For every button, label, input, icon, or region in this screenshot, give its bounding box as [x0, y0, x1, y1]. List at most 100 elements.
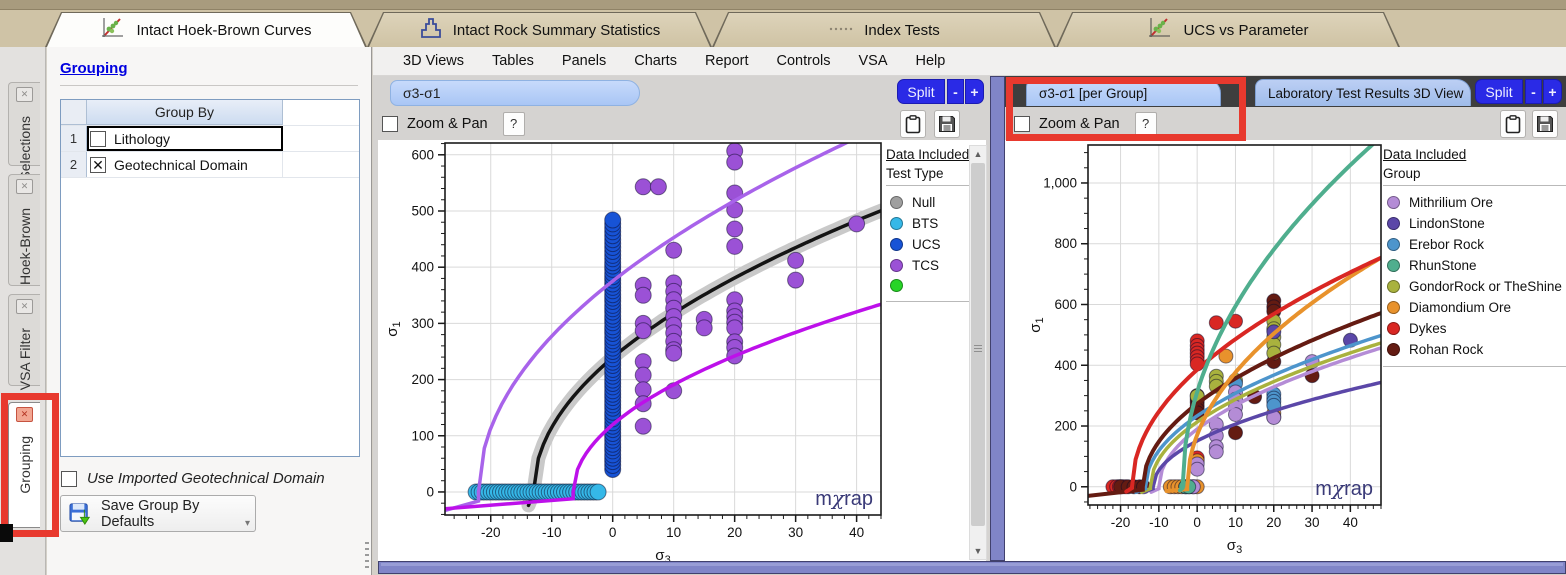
- geotechnical-domain-checkbox[interactable]: [90, 156, 106, 173]
- collapse-button[interactable]: -: [1525, 79, 1542, 104]
- window-tab-index-tests[interactable]: Index Tests: [712, 12, 1056, 47]
- copy-to-clipboard-button[interactable]: [900, 110, 926, 138]
- menu-item-tables[interactable]: Tables: [478, 49, 548, 73]
- rail-tab-grouping[interactable]: ✕ Grouping: [8, 402, 40, 528]
- menu-item-help[interactable]: Help: [902, 49, 960, 73]
- window-top-strip: [0, 0, 1566, 10]
- close-icon[interactable]: ✕: [16, 407, 33, 422]
- window-tab-ucs-vs-parameter[interactable]: UCS vs Parameter: [1056, 12, 1400, 47]
- menu-item-charts[interactable]: Charts: [620, 49, 691, 73]
- use-imported-checkbox[interactable]: [61, 470, 77, 487]
- rail-tab-vsa-filter[interactable]: ✕ VSA Filter: [8, 294, 40, 390]
- grouping-panel-title[interactable]: Grouping: [60, 60, 128, 77]
- rail-tab-hoek-brown[interactable]: ✕ Hoek-Brown: [8, 174, 40, 286]
- group-by-table[interactable]: Group By 1 Lithology 2 Geotechnical Doma…: [60, 99, 360, 457]
- legend-item: LindonStone: [1383, 213, 1566, 234]
- legend-item: Mithrilium Ore: [1383, 192, 1566, 213]
- divider: [60, 85, 358, 86]
- collapse-button[interactable]: -: [947, 79, 964, 104]
- expand-button[interactable]: +: [965, 79, 984, 104]
- close-icon[interactable]: ✕: [16, 179, 33, 194]
- split-button[interactable]: Split: [1475, 79, 1523, 104]
- table-row[interactable]: 1 Lithology: [61, 126, 359, 152]
- copy-to-clipboard-button[interactable]: [1500, 110, 1526, 138]
- table-cell-lithology[interactable]: Lithology: [87, 126, 283, 151]
- svg-text:400: 400: [411, 260, 434, 275]
- svg-text:-10: -10: [542, 525, 562, 540]
- vertical-scrollbar[interactable]: ▲ ▼: [969, 145, 987, 560]
- menu-item-3d-views[interactable]: 3D Views: [389, 49, 478, 73]
- legend-color-dot: [1387, 321, 1400, 335]
- panel-splitter-vertical[interactable]: [990, 76, 1005, 561]
- group-by-column-header[interactable]: Group By: [87, 100, 283, 125]
- split-button-group: Split - +: [897, 79, 984, 104]
- mxrap-watermark: mχrap: [815, 486, 873, 510]
- help-button[interactable]: ?: [1134, 112, 1157, 136]
- table-cell-geotechnical-domain[interactable]: Geotechnical Domain: [87, 152, 283, 177]
- legend-color-dot: [890, 258, 903, 272]
- window-tab-label: Index Tests: [864, 21, 940, 39]
- tab-sigma3-sigma1-per-group[interactable]: σ3-σ1 [per Group]: [1026, 79, 1221, 106]
- test-type-legend: Data Included Test Type Null BTS UCS TCS: [886, 146, 970, 302]
- lithology-checkbox[interactable]: [90, 130, 106, 147]
- y-axis-label: σ1: [384, 321, 403, 336]
- svg-text:0: 0: [609, 525, 617, 540]
- svg-text:30: 30: [788, 525, 803, 540]
- legend-item: TCS: [886, 255, 970, 276]
- rail-tab-label: Grouping: [16, 436, 33, 494]
- histogram-icon: [419, 16, 443, 45]
- svg-text:10: 10: [1228, 515, 1243, 530]
- split-button[interactable]: Split: [897, 79, 945, 104]
- table-row[interactable]: 2 Geotechnical Domain: [61, 152, 359, 178]
- save-icon: [1537, 116, 1553, 132]
- legend-label: BTS: [912, 215, 939, 231]
- menu-item-panels[interactable]: Panels: [548, 49, 620, 73]
- legend-label: LindonStone: [1409, 215, 1485, 231]
- legend-item: Diamondium Ore: [1383, 297, 1566, 318]
- menu-item-report[interactable]: Report: [691, 49, 763, 73]
- legend-color-dot: [1387, 279, 1400, 293]
- rail-tab-all-selections[interactable]: ✕ All Selections: [8, 82, 40, 200]
- panel-splitter-grip[interactable]: [365, 542, 369, 568]
- close-icon[interactable]: ✕: [16, 299, 33, 314]
- save-image-button[interactable]: [1532, 110, 1558, 138]
- save-image-button[interactable]: [934, 110, 960, 138]
- svg-text:600: 600: [411, 147, 434, 162]
- svg-text:-10: -10: [1149, 515, 1169, 530]
- zoom-pan-checkbox[interactable]: [382, 116, 398, 132]
- legend-color-dot: [1387, 300, 1400, 314]
- help-button[interactable]: ?: [502, 112, 525, 136]
- menu-item-controls[interactable]: Controls: [763, 49, 845, 73]
- mxrap-watermark: mχrap: [1315, 476, 1373, 500]
- dropdown-arrow-icon[interactable]: ▾: [245, 518, 250, 529]
- svg-text:200: 200: [411, 372, 434, 387]
- legend-subtitle: Test Type: [886, 165, 944, 181]
- window-tab-intact-rock-summary-statistics[interactable]: Intact Rock Summary Statistics: [367, 12, 712, 47]
- svg-text:40: 40: [849, 525, 864, 540]
- tab-sigma3-sigma1[interactable]: σ3-σ1: [390, 80, 640, 106]
- svg-text:0: 0: [1193, 515, 1201, 530]
- table-corner-cell: [61, 100, 87, 125]
- close-icon[interactable]: ✕: [16, 87, 33, 102]
- scroll-down-icon[interactable]: ▼: [970, 543, 986, 559]
- tab-laboratory-test-results-3d-view[interactable]: Laboratory Test Results 3D View: [1255, 79, 1471, 106]
- svg-text:200: 200: [1054, 419, 1077, 434]
- svg-text:100: 100: [411, 428, 434, 443]
- svg-text:0: 0: [426, 484, 434, 499]
- horizontal-scrollbar[interactable]: [378, 561, 1566, 574]
- clipboard-icon: [905, 114, 921, 133]
- legend-label: Mithrilium Ore: [1409, 194, 1494, 210]
- zoom-pan-label: Zoom & Pan: [407, 116, 488, 132]
- window-tab-intact-hoek-brown-curves[interactable]: Intact Hoek-Brown Curves: [45, 12, 367, 47]
- legend-label: Null: [912, 194, 936, 210]
- expand-button[interactable]: +: [1543, 79, 1562, 104]
- scrollbar-thumb[interactable]: [971, 163, 985, 526]
- zoom-pan-checkbox[interactable]: [1014, 116, 1030, 132]
- save-group-by-defaults-button[interactable]: Save Group By Defaults ▾: [60, 495, 256, 532]
- menu-item-vsa[interactable]: VSA: [845, 49, 902, 73]
- legend-item: UCS: [886, 234, 970, 255]
- scroll-up-icon[interactable]: ▲: [970, 146, 986, 162]
- legend-title: Data Included: [886, 147, 970, 162]
- svg-text:1,000: 1,000: [1043, 175, 1077, 190]
- main-tab-bar: Intact Hoek-Brown Curves Intact Rock Summ…: [0, 10, 1566, 47]
